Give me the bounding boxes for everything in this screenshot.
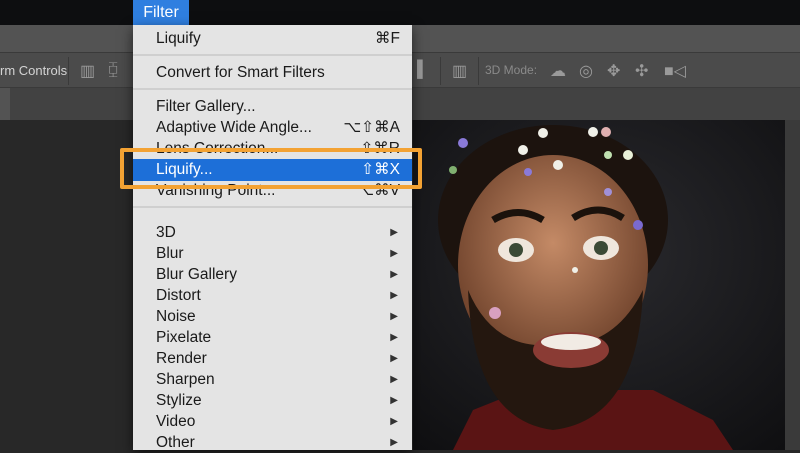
menu-separator: [133, 206, 412, 208]
3d-pan-icon[interactable]: ✥: [607, 61, 620, 81]
submenu-arrow-icon: ▶: [390, 395, 398, 406]
menu-item-sharpen[interactable]: Sharpen ▶: [133, 369, 412, 390]
transform-controls-label[interactable]: rm Controls: [0, 63, 67, 78]
align-top-icon[interactable]: ▥: [80, 61, 95, 81]
3d-camera-icon[interactable]: ■◁: [664, 61, 686, 81]
menu-separator: [133, 54, 412, 56]
menu-item-label: Convert for Smart Filters: [156, 64, 325, 81]
submenu-arrow-icon: ▶: [390, 290, 398, 301]
menu-item-3d[interactable]: 3D ▶: [133, 222, 412, 243]
filter-menu: Liquify ⌘F Convert for Smart Filters Filt…: [133, 25, 412, 451]
menu-item-label: Noise: [156, 308, 196, 325]
submenu-arrow-icon: ▶: [390, 332, 398, 343]
submenu-arrow-icon: ▶: [390, 248, 398, 259]
menu-item-pixelate[interactable]: Pixelate ▶: [133, 327, 412, 348]
submenu-arrow-icon: ▶: [390, 269, 398, 280]
3d-slide-icon[interactable]: ✣: [635, 61, 648, 81]
auto-align-icon[interactable]: ▥: [452, 61, 467, 81]
submenu-arrow-icon: ▶: [390, 311, 398, 322]
menu-separator: [133, 88, 412, 90]
distribute-icon[interactable]: ▌: [417, 61, 428, 79]
menu-item-convert-smart-filters[interactable]: Convert for Smart Filters: [133, 62, 412, 83]
menu-item-label: Video: [156, 413, 196, 430]
divider: [68, 57, 69, 85]
menu-item-adaptive-wide-angle[interactable]: Adaptive Wide Angle... ⌥⇧⌘A: [133, 117, 412, 138]
menu-item-render[interactable]: Render ▶: [133, 348, 412, 369]
menu-bar: [0, 0, 800, 25]
submenu-arrow-icon: ▶: [390, 374, 398, 385]
submenu-arrow-icon: ▶: [390, 353, 398, 364]
submenu-arrow-icon: ▶: [390, 227, 398, 238]
align-vcenter-icon[interactable]: ⧮: [108, 61, 118, 79]
menu-item-label: Sharpen: [156, 371, 215, 388]
canvas-edge: [785, 120, 800, 450]
menu-item-label: Blur Gallery: [156, 266, 237, 283]
3d-orbit-icon[interactable]: ☁: [550, 61, 566, 81]
menu-item-blur[interactable]: Blur ▶: [133, 243, 412, 264]
menu-item-label: 3D: [156, 224, 176, 241]
callout-highlight-box: [120, 148, 422, 189]
shortcut: ⌥⇧⌘A: [343, 119, 400, 136]
menu-item-label: Blur: [156, 245, 184, 262]
menu-item-label: Liquify: [156, 30, 201, 47]
3d-roll-icon[interactable]: ◎: [579, 61, 593, 81]
menu-item-noise[interactable]: Noise ▶: [133, 306, 412, 327]
photo-bearded-man-confetti: [413, 120, 785, 450]
menu-item-label: Stylize: [156, 392, 202, 409]
menu-item-last-filter-liquify[interactable]: Liquify ⌘F: [133, 28, 412, 49]
menu-item-blur-gallery[interactable]: Blur Gallery ▶: [133, 264, 412, 285]
menu-item-label: Filter Gallery...: [156, 98, 256, 115]
3d-mode-label: 3D Mode:: [485, 63, 538, 77]
menu-item-filter-gallery[interactable]: Filter Gallery...: [133, 96, 412, 117]
shortcut: ⌘F: [375, 30, 400, 47]
menu-item-label: Pixelate: [156, 329, 212, 346]
menu-item-label: Render: [156, 350, 207, 367]
menu-item-stylize[interactable]: Stylize ▶: [133, 390, 412, 411]
menu-item-label: Adaptive Wide Angle...: [156, 119, 312, 136]
menu-item-video[interactable]: Video ▶: [133, 411, 412, 432]
document-tab[interactable]: [0, 88, 10, 120]
menu-filter[interactable]: Filter: [133, 0, 189, 25]
divider: [440, 57, 441, 85]
menu-item-label: Distort: [156, 287, 201, 304]
menu-item-distort[interactable]: Distort ▶: [133, 285, 412, 306]
divider: [478, 57, 479, 85]
submenu-arrow-icon: ▶: [390, 416, 398, 427]
